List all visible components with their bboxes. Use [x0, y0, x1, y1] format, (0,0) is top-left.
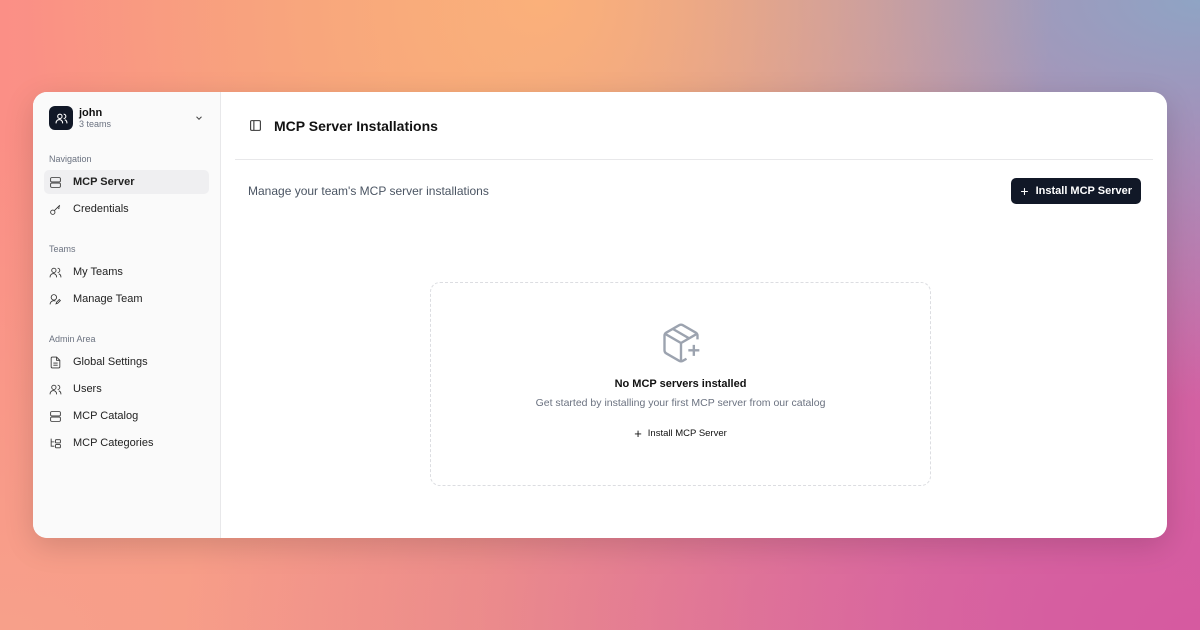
empty-install-button[interactable]: + Install MCP Server: [634, 426, 727, 441]
sidebar-item-label: Global Settings: [73, 356, 148, 368]
sidebar-item-global-settings[interactable]: Global Settings: [44, 350, 209, 374]
server-icon: [49, 410, 62, 423]
sidebar-item-mcp-server[interactable]: MCP Server: [44, 170, 209, 194]
users-icon: [49, 266, 62, 279]
user-pen-icon: [49, 293, 62, 306]
sidebar-item-label: Manage Team: [73, 293, 143, 305]
sidebar-group-label: Teams: [49, 244, 209, 254]
sidebar: john3 teams Navigation MCP Server Credenti…: [33, 92, 221, 538]
sidebar-item-label: MCP Categories: [73, 437, 154, 449]
sidebar-item-label: My Teams: [73, 266, 123, 278]
install-mcp-server-button[interactable]: + Install MCP Server: [1011, 178, 1141, 204]
app-window: john3 teams Navigation MCP Server Credenti…: [33, 92, 1167, 538]
sidebar-item-label: Credentials: [73, 203, 129, 215]
team-switcher[interactable]: john3 teams: [44, 105, 209, 131]
empty-install-label: Install MCP Server: [648, 428, 727, 439]
install-label: Install MCP Server: [1036, 185, 1132, 197]
account-name: john: [79, 107, 194, 119]
page-subtitle: Manage your team's MCP server installati…: [248, 184, 489, 198]
sidebar-item-manage-team[interactable]: Manage Team: [44, 287, 209, 311]
sidebar-item-label: MCP Catalog: [73, 410, 138, 422]
users-icon: [49, 383, 62, 396]
plus-icon: +: [1020, 183, 1028, 199]
folder-tree-icon: [49, 437, 62, 450]
sidebar-item-label: Users: [73, 383, 102, 395]
sidebar-item-credentials[interactable]: Credentials: [44, 197, 209, 221]
sidebar-item-mcp-categories[interactable]: MCP Categories: [44, 431, 209, 455]
main-content: MCP Server Installations Manage your tea…: [221, 92, 1167, 538]
package-plus-icon: [659, 321, 703, 365]
sidebar-group-label: Navigation: [49, 154, 209, 164]
plus-icon: +: [634, 426, 642, 441]
account-teams: 3 teams: [79, 119, 194, 130]
sidebar-item-my-teams[interactable]: My Teams: [44, 260, 209, 284]
key-icon: [49, 203, 62, 216]
server-icon: [49, 176, 62, 189]
users-icon: [49, 106, 73, 130]
chevron-down-icon: [194, 113, 204, 123]
page-title: MCP Server Installations: [274, 118, 438, 134]
empty-title: No MCP servers installed: [431, 378, 930, 390]
sidebar-item-users[interactable]: Users: [44, 377, 209, 401]
empty-description: Get started by installing your first MCP…: [431, 397, 930, 409]
sidebar-toggle-icon[interactable]: [249, 119, 262, 132]
empty-state: No MCP servers installed Get started by …: [430, 282, 931, 486]
sidebar-item-label: MCP Server: [73, 176, 135, 188]
sidebar-group-label: Admin Area: [49, 334, 209, 344]
file-text-icon: [49, 356, 62, 369]
sidebar-item-mcp-catalog[interactable]: MCP Catalog: [44, 404, 209, 428]
